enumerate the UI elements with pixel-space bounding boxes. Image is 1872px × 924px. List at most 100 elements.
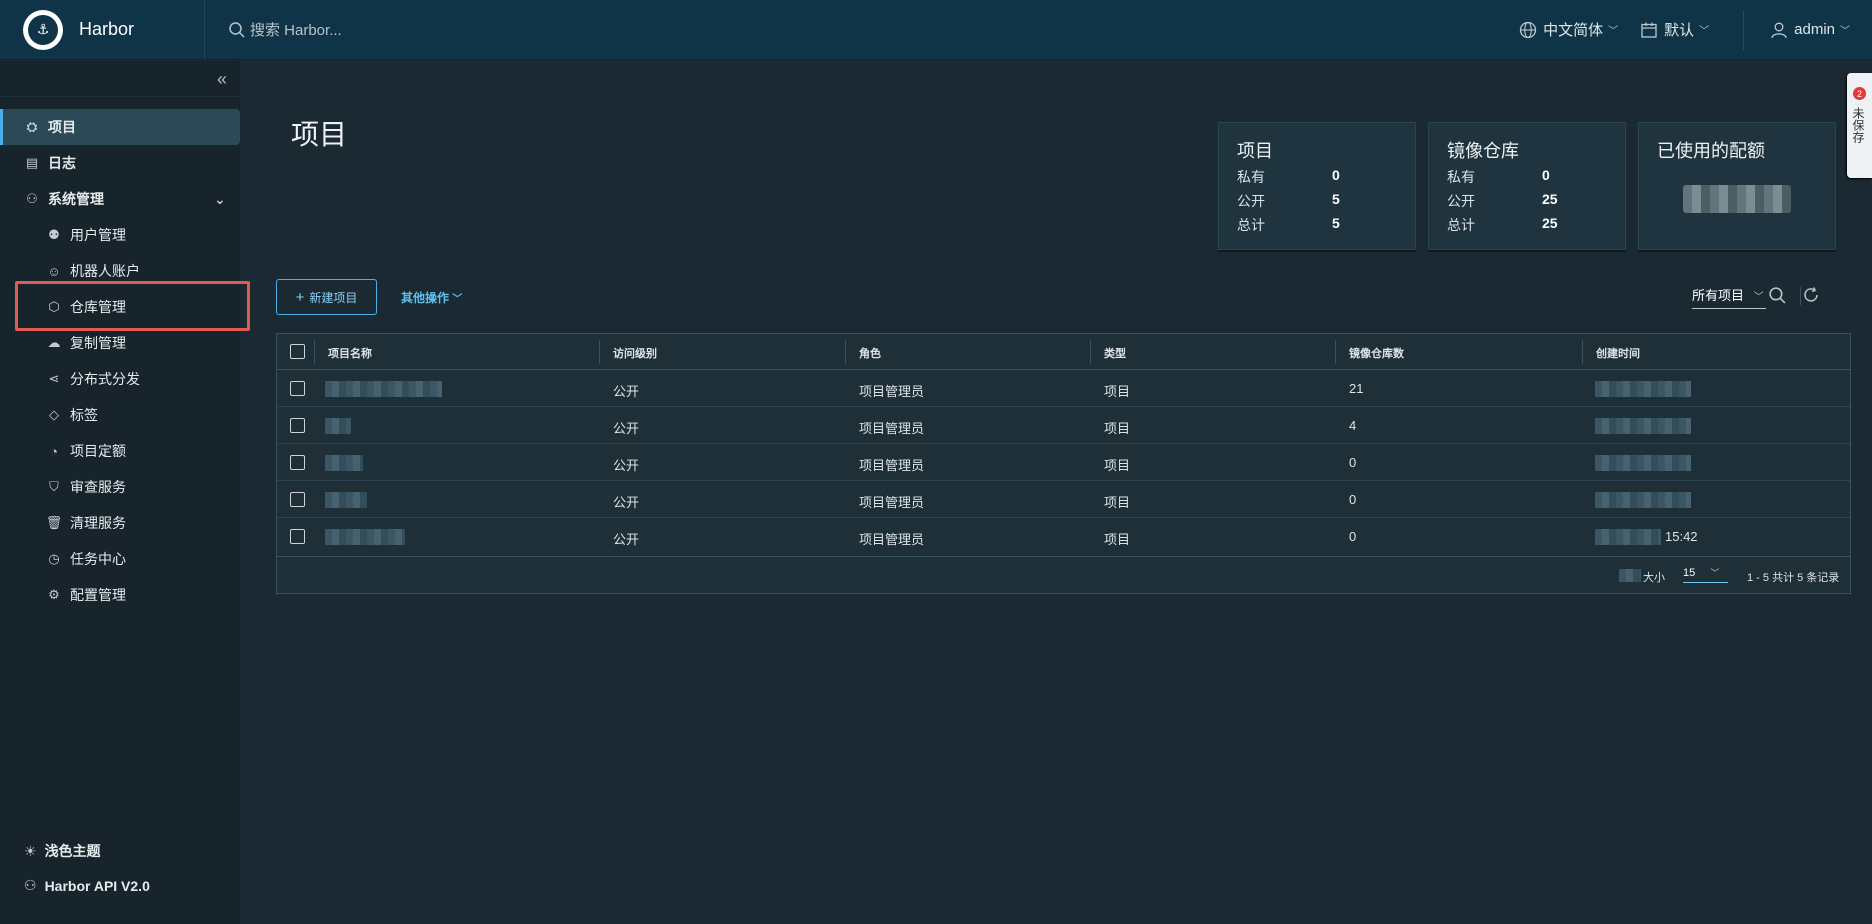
sidebar-item-logs[interactable]: ▤ 日志 [0, 145, 76, 181]
sidebar-item-configuration[interactable]: ⚙ 配置管理 [0, 577, 126, 613]
search-icon [229, 21, 245, 38]
table-row: 公开 项目管理员 项目 0 [277, 481, 1850, 518]
calendar-icon [1641, 22, 1657, 38]
api-explorer-link[interactable]: ⚇ Harbor API V2.0 [24, 877, 150, 894]
sidebar-item-label: 用户管理 [70, 227, 126, 243]
redacted-created-time [1595, 381, 1691, 397]
cell-repo-count: 0 [1349, 492, 1357, 507]
card-title: 镜像仓库 [1447, 141, 1519, 161]
cell-type: 项目 [1104, 532, 1131, 547]
column-header-repo-count[interactable]: 镜像仓库数 [1349, 345, 1404, 361]
column-header-created[interactable]: 创建时间 [1596, 345, 1640, 361]
redacted-project-name[interactable] [325, 418, 351, 434]
redacted-created-time [1595, 529, 1661, 545]
chevron-down-icon: ﹀ [1608, 26, 1619, 37]
more-actions-label: 其他操作 [401, 291, 450, 305]
sidebar-divider [0, 96, 240, 97]
column-header-access[interactable]: 访问级别 [613, 345, 657, 361]
cell-role: 项目管理员 [859, 384, 925, 399]
row-checkbox[interactable] [290, 529, 305, 544]
sidebar-item-administration[interactable]: ⚇ 系统管理 ⌄ [0, 181, 240, 217]
redacted-project-name[interactable] [325, 492, 367, 508]
row-checkbox[interactable] [290, 455, 305, 470]
column-header-role[interactable]: 角色 [859, 345, 881, 361]
language-selector[interactable]: 中文简体 ﹀ [1519, 19, 1618, 40]
row-checkbox[interactable] [290, 418, 305, 433]
replication-icon: ☁ [47, 335, 61, 350]
redacted-page-size-prefix [1619, 569, 1641, 582]
tag-icon: ◇ [49, 407, 59, 422]
filter-label: 所有项目 [1692, 288, 1745, 303]
sidebar-item-labels[interactable]: ◇ 标签 [0, 397, 98, 433]
card-title: 项目 [1237, 141, 1273, 161]
project-icon: ⛭ [26, 119, 38, 134]
column-header-type[interactable]: 类型 [1104, 345, 1126, 361]
sidebar-item-distributions[interactable]: ⋖ 分布式分发 [0, 361, 140, 397]
date-format-selector[interactable]: 默认 ﹀ [1640, 19, 1709, 40]
users-icon: ⚉ [48, 227, 60, 242]
sidebar-item-users[interactable]: ⚉ 用户管理 [0, 217, 126, 253]
card-row-public: 公开 25 [1447, 191, 1558, 209]
repository-summary-card: 镜像仓库 私有 0 公开 25 总计 25 [1428, 122, 1626, 250]
collapse-sidebar-icon[interactable]: « [217, 69, 227, 90]
redacted-created-time [1595, 455, 1691, 471]
user-menu[interactable]: admin ﹀ [1770, 21, 1850, 39]
page-size-select[interactable]: 15 ﹀ [1683, 566, 1728, 583]
redacted-quota-value [1683, 185, 1791, 213]
floating-side-tab[interactable]: 2 未保存 [1847, 73, 1872, 178]
redacted-project-name[interactable] [325, 381, 442, 397]
cell-repo-count: 21 [1349, 381, 1364, 396]
project-summary-card: 项目 私有 0 公开 5 总计 5 [1218, 122, 1416, 250]
notification-badge: 2 [1853, 87, 1866, 100]
gear-icon: ⚙ [48, 587, 60, 602]
select-all-checkbox[interactable] [290, 344, 305, 359]
top-header: ⚓ Harbor 搜索 Harbor... 中文简体 ﹀ 默认 ﹀ admin … [0, 0, 1872, 60]
sidebar-item-label: 标签 [70, 407, 98, 423]
more-actions-dropdown[interactable]: 其他操作 ﹀ [401, 289, 462, 306]
theme-toggle[interactable]: ☀ 浅色主题 [24, 841, 101, 861]
sidebar-item-label: 系统管理 [48, 191, 104, 207]
pagination-summary: 1 - 5 共计 5 条记录 [1747, 572, 1840, 584]
column-header-name[interactable]: 项目名称 [328, 345, 372, 361]
card-row-private: 私有 0 [1237, 167, 1340, 185]
chevron-down-icon: ﹀ [1699, 26, 1710, 37]
cell-role: 项目管理员 [859, 532, 925, 547]
redacted-created-time [1595, 492, 1691, 508]
cell-type: 项目 [1104, 458, 1131, 473]
sidebar-item-label: 项目 [48, 119, 76, 135]
user-icon [1771, 22, 1787, 38]
username: admin [1794, 21, 1835, 38]
new-project-label: 新建项目 [309, 290, 358, 305]
search-placeholder: 搜索 Harbor... [250, 22, 342, 39]
header-divider [1743, 9, 1745, 50]
chevron-down-icon: ﹀ [1753, 292, 1764, 303]
brand-area[interactable]: ⚓ Harbor [0, 0, 205, 60]
new-project-button[interactable]: + 新建项目 [276, 279, 377, 315]
globe-icon [1519, 21, 1537, 38]
sidebar-item-projects[interactable]: ⛭ 项目 [0, 109, 240, 145]
log-icon: ▤ [25, 155, 39, 170]
sidebar-item-label: 复制管理 [70, 335, 126, 351]
sidebar-item-job-service[interactable]: ◷ 任务中心 [0, 541, 126, 577]
card-row-public: 公开 5 [1237, 191, 1340, 209]
project-filter-select[interactable]: 所有项目 ﹀ [1692, 285, 1766, 309]
project-table: 项目名称 访问级别 角色 类型 镜像仓库数 创建时间 公开 项目管理员 项目 2… [276, 333, 1851, 594]
sidebar-item-interrogation-services[interactable]: ⛉ 审查服务 [0, 469, 126, 505]
refresh-icon[interactable] [1802, 286, 1820, 307]
cell-access: 公开 [613, 532, 640, 547]
sidebar-item-label: 分布式分发 [70, 371, 140, 387]
global-search[interactable]: 搜索 Harbor... [228, 19, 342, 40]
search-icon[interactable] [1768, 286, 1787, 308]
row-checkbox[interactable] [290, 381, 305, 396]
row-checkbox[interactable] [290, 492, 305, 507]
admin-icon: ⚇ [26, 191, 38, 206]
table-row: 公开 项目管理员 项目 21 [277, 370, 1850, 407]
sidebar-item-label: 日志 [48, 155, 76, 171]
sidebar-item-clean-up[interactable]: 🗑 清理服务 [0, 505, 126, 541]
table-row: 公开 项目管理员 项目 0 [277, 444, 1850, 481]
redacted-project-name[interactable] [325, 529, 405, 545]
cell-role: 项目管理员 [859, 495, 925, 510]
table-header: 项目名称 访问级别 角色 类型 镜像仓库数 创建时间 [277, 334, 1850, 370]
redacted-project-name[interactable] [325, 455, 363, 471]
sidebar-item-project-quotas[interactable]: ◔ 项目定额 [0, 433, 126, 469]
